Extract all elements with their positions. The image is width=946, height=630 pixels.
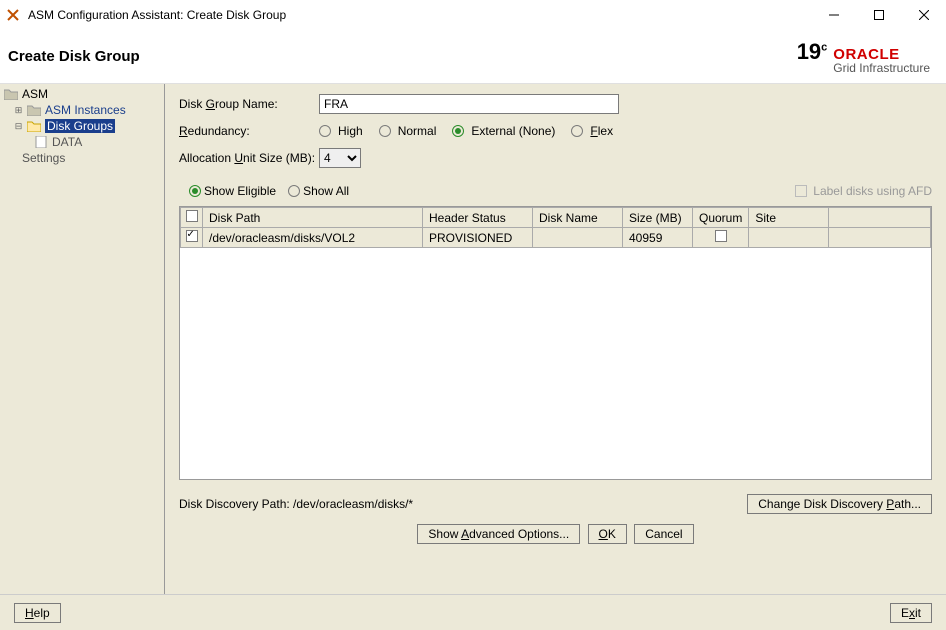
row-checkbox[interactable] — [186, 230, 198, 242]
cell-header-status: PROVISIONED — [423, 228, 533, 248]
col-quorum[interactable]: Quorum — [693, 208, 749, 228]
tree-asm-instances[interactable]: ⊞ ASM Instances — [0, 102, 164, 118]
close-button[interactable] — [901, 0, 946, 30]
show-all-label: Show All — [303, 184, 349, 198]
discovery-path-label: Disk Discovery Path: /dev/oracleasm/disk… — [179, 497, 413, 511]
header: Create Disk Group 19c ORACLE Grid Infras… — [0, 30, 946, 84]
folder-open-icon — [27, 120, 41, 132]
tree-data[interactable]: DATA — [0, 134, 164, 150]
cell-path: /dev/oracleasm/disks/VOL2 — [203, 228, 423, 248]
titlebar: ASM Configuration Assistant: Create Disk… — [0, 0, 946, 30]
help-button[interactable]: Help — [14, 603, 61, 623]
footer: Help Exit — [0, 594, 946, 630]
sidebar: ASM ⊞ ASM Instances ⊟ Disk Groups DATA S… — [0, 84, 165, 594]
col-disk-path[interactable]: Disk Path — [203, 208, 423, 228]
col-site[interactable]: Site — [749, 208, 829, 228]
radio-flex-label: Flex — [590, 124, 613, 138]
radio-flex[interactable] — [571, 125, 583, 137]
app-icon — [6, 8, 20, 22]
radio-high[interactable] — [319, 125, 331, 137]
cell-site — [749, 228, 829, 248]
folder-icon — [27, 104, 41, 116]
quorum-checkbox[interactable] — [715, 230, 727, 242]
au-size-select[interactable]: 4 — [319, 148, 361, 168]
cell-size: 40959 — [623, 228, 693, 248]
radio-normal[interactable] — [379, 125, 391, 137]
tree-disk-groups[interactable]: ⊟ Disk Groups — [0, 118, 164, 134]
ok-button[interactable]: OK — [588, 524, 627, 544]
radio-external-label: External (None) — [471, 124, 555, 138]
afd-checkbox — [795, 185, 807, 197]
show-eligible-label: Show Eligible — [204, 184, 276, 198]
cancel-button[interactable]: Cancel — [634, 524, 693, 544]
content-pane: Disk Group Name: Redundancy: High Normal… — [165, 84, 946, 594]
exit-button[interactable]: Exit — [890, 603, 932, 623]
select-all-checkbox[interactable] — [186, 210, 198, 222]
change-discovery-path-button[interactable]: Change Disk Discovery Path... — [747, 494, 932, 514]
redundancy-label: Redundancy: — [179, 124, 319, 138]
radio-show-all[interactable] — [288, 185, 300, 197]
folder-icon — [4, 88, 18, 100]
file-icon — [34, 136, 48, 148]
cell-disk-name — [533, 228, 623, 248]
page-title: Create Disk Group — [8, 48, 140, 65]
afd-label: Label disks using AFD — [813, 184, 932, 198]
table-row[interactable]: /dev/oracleasm/disks/VOL2 PROVISIONED 40… — [181, 228, 931, 248]
window-buttons — [811, 0, 946, 30]
minimize-button[interactable] — [811, 0, 856, 30]
expand-icon[interactable]: ⊞ — [14, 106, 23, 115]
table-header: Disk Path Header Status Disk Name Size (… — [181, 208, 931, 228]
col-size[interactable]: Size (MB) — [623, 208, 693, 228]
au-size-label: Allocation Unit Size (MB): — [179, 151, 319, 165]
window-title: ASM Configuration Assistant: Create Disk… — [28, 8, 811, 22]
collapse-icon[interactable]: ⊟ — [14, 122, 23, 131]
radio-high-label: High — [338, 124, 363, 138]
radio-normal-label: Normal — [398, 124, 437, 138]
tree-settings[interactable]: Settings — [0, 150, 164, 166]
tree-asm[interactable]: ASM — [0, 86, 164, 102]
radio-external[interactable] — [452, 125, 464, 137]
col-disk-name[interactable]: Disk Name — [533, 208, 623, 228]
radio-show-eligible[interactable] — [189, 185, 201, 197]
col-header-status[interactable]: Header Status — [423, 208, 533, 228]
disk-group-name-label: Disk Group Name: — [179, 97, 319, 111]
show-advanced-button[interactable]: Show Advanced Options... — [417, 524, 580, 544]
oracle-logo: 19c ORACLE Grid Infrastructure — [797, 39, 930, 75]
disk-table: Disk Path Header Status Disk Name Size (… — [179, 206, 932, 480]
disk-group-name-input[interactable] — [319, 94, 619, 114]
maximize-button[interactable] — [856, 0, 901, 30]
